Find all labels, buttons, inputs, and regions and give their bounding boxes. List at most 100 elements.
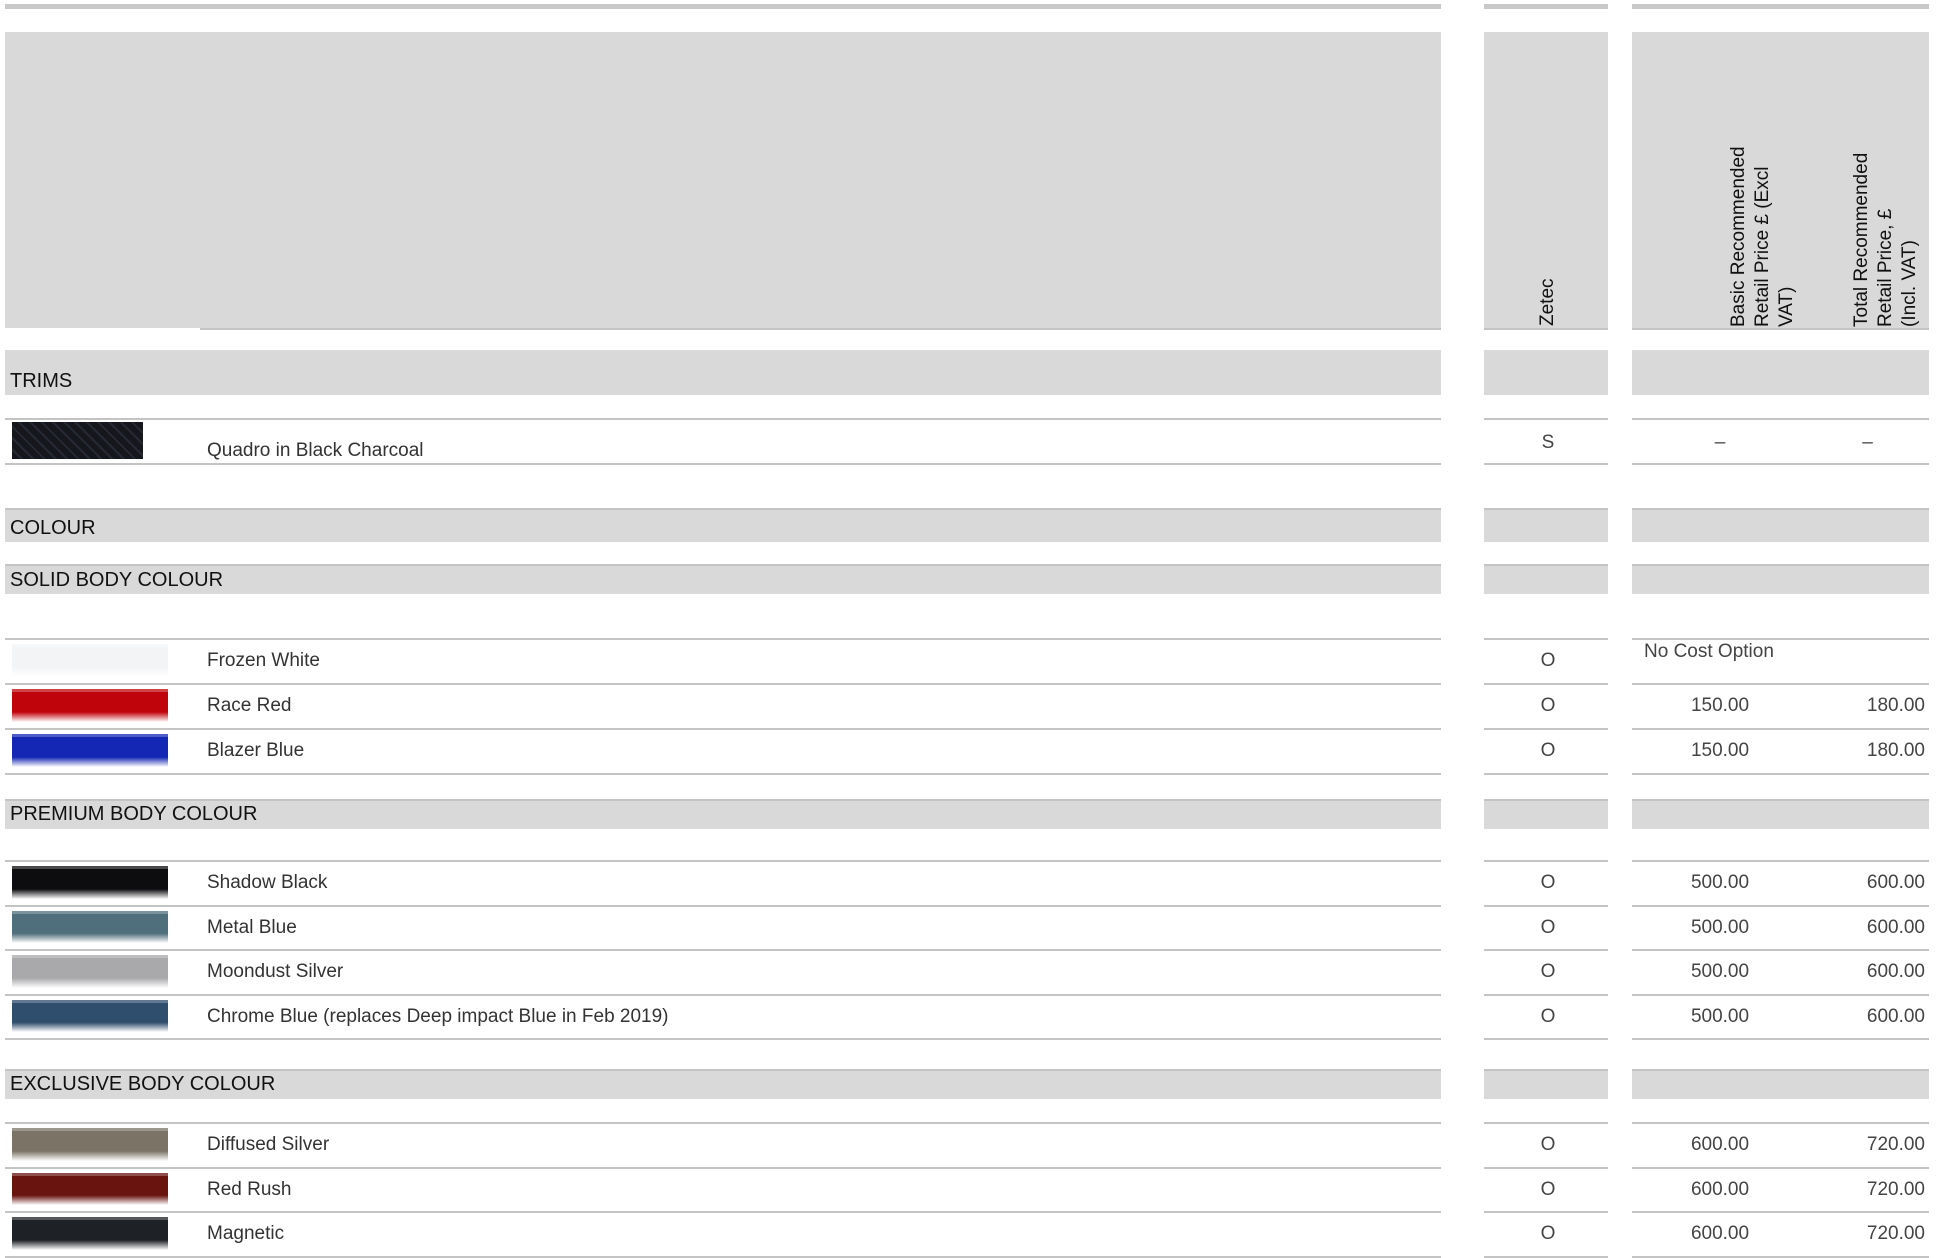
premium-total: 600.00 xyxy=(1866,916,1925,938)
exclusive-total: 720.00 xyxy=(1866,1178,1925,1200)
premium-rule-0 xyxy=(5,993,1441,996)
premium-label: Chrome Blue (replaces Deep impact Blue i… xyxy=(207,1005,669,1027)
premium-rule-0 xyxy=(5,1038,1441,1040)
premium-total: 600.00 xyxy=(1866,1005,1925,1027)
premium-rule-1 xyxy=(1484,949,1608,951)
exclusive-rule-top-0 xyxy=(5,1122,1441,1124)
exclusive-rule-0 xyxy=(5,1255,1441,1258)
header-underline-price xyxy=(1632,328,1929,330)
premium-rule-0 xyxy=(5,949,1441,951)
section-title-colour: COLOUR xyxy=(10,517,96,539)
trims-bottom-rule-z xyxy=(1484,463,1608,465)
section-band-trims-price xyxy=(1632,350,1929,395)
section-title-trims: TRIMS xyxy=(10,370,73,392)
premium-zetec: O xyxy=(1540,916,1556,938)
solid-rule-1 xyxy=(1484,728,1608,730)
top-rule-zetec xyxy=(1484,4,1608,9)
solid-label: Blazer Blue xyxy=(207,740,305,761)
exclusive-label: Diffused Silver xyxy=(207,1134,330,1155)
section-band-premium-z xyxy=(1484,799,1608,829)
exclusive-zetec: O xyxy=(1540,1134,1556,1155)
trims-top-rule-z xyxy=(1484,418,1608,420)
exclusive-basic: 600.00 xyxy=(1690,1223,1750,1244)
section-band-trims-zetec xyxy=(1484,350,1608,395)
exclusive-total: 720.00 xyxy=(1866,1223,1925,1244)
premium-swatch xyxy=(12,910,168,943)
exclusive-basic: 600.00 xyxy=(1690,1178,1750,1200)
premium-swatch xyxy=(12,866,168,899)
premium-basic: 500.00 xyxy=(1690,961,1750,982)
solid-rule-top-0 xyxy=(5,638,1441,640)
header-block-main xyxy=(5,32,1441,328)
exclusive-swatch xyxy=(12,1217,168,1250)
section-band-colour-z xyxy=(1484,508,1608,542)
exclusive-rule-0 xyxy=(5,1166,1441,1169)
solid-label: Race Red xyxy=(207,695,292,716)
trim-total: – xyxy=(1862,432,1873,453)
top-rule-price xyxy=(1632,4,1929,9)
premium-rule-top-1 xyxy=(1484,860,1608,862)
exclusive-rule-1 xyxy=(1484,1166,1608,1169)
exclusive-rule-0 xyxy=(5,1211,1441,1213)
exclusive-zetec: O xyxy=(1540,1178,1556,1200)
solid-rule-top-1 xyxy=(1484,638,1608,640)
column-header-total-price: Total Recommended Retail Price, £ (Incl.… xyxy=(1850,153,1922,327)
solid-basic: 150.00 xyxy=(1690,740,1750,761)
exclusive-basic: 600.00 xyxy=(1690,1134,1750,1155)
section-band-colour-p xyxy=(1632,508,1929,542)
trim-swatch xyxy=(12,422,143,459)
premium-rule-top-2 xyxy=(1632,860,1929,862)
solid-rule-2 xyxy=(1632,773,1929,775)
premium-swatch xyxy=(12,955,168,988)
solid-total: 180.00 xyxy=(1866,740,1925,761)
premium-rule-2 xyxy=(1632,904,1929,907)
header-underline-main xyxy=(200,328,1441,330)
exclusive-rule-top-2 xyxy=(1632,1122,1929,1124)
premium-rule-1 xyxy=(1484,993,1608,996)
exclusive-rule-2 xyxy=(1632,1211,1929,1213)
section-band-colour xyxy=(5,508,1441,542)
trims-bottom-rule-p xyxy=(1632,463,1929,465)
column-header-zetec: Zetec xyxy=(1537,278,1558,326)
section-band-solid-z xyxy=(1484,564,1608,594)
premium-rule-2 xyxy=(1632,1038,1929,1040)
solid-swatch xyxy=(12,734,168,767)
column-header-basic-price: Basic Recommended Retail Price £ (Excl V… xyxy=(1727,146,1799,327)
exclusive-swatch xyxy=(12,1128,168,1161)
section-title-solid: SOLID BODY COLOUR xyxy=(10,569,224,591)
trims-bottom-rule xyxy=(5,463,1441,465)
solid-note: No Cost Option xyxy=(1644,641,1774,662)
solid-swatch xyxy=(12,689,168,722)
premium-rule-1 xyxy=(1484,904,1608,907)
solid-rule-2 xyxy=(1632,728,1929,730)
exclusive-label: Magnetic xyxy=(207,1223,285,1244)
exclusive-rule-2 xyxy=(1632,1255,1929,1258)
exclusive-zetec: O xyxy=(1540,1223,1556,1244)
section-band-exclusive-z xyxy=(1484,1069,1608,1099)
premium-basic: 500.00 xyxy=(1690,916,1750,938)
trim-label: Quadro in Black Charcoal xyxy=(207,440,424,461)
premium-zetec: O xyxy=(1540,1005,1556,1027)
solid-basic: 150.00 xyxy=(1690,695,1750,716)
premium-zetec: O xyxy=(1540,961,1556,982)
basic-price-line-3: VAT) xyxy=(1776,286,1797,327)
solid-rule-1 xyxy=(1484,773,1608,775)
trim-zetec: S xyxy=(1541,432,1555,453)
premium-total: 600.00 xyxy=(1866,961,1925,982)
premium-rule-2 xyxy=(1632,949,1929,951)
section-band-exclusive-p xyxy=(1632,1069,1929,1099)
solid-swatch xyxy=(12,644,168,677)
section-title-exclusive: EXCLUSIVE BODY COLOUR xyxy=(10,1073,276,1095)
trims-top-rule xyxy=(5,418,1441,420)
solid-zetec: O xyxy=(1540,740,1556,761)
premium-rule-2 xyxy=(1632,993,1929,996)
solid-total: 180.00 xyxy=(1866,695,1925,716)
section-band-premium-p xyxy=(1632,799,1929,829)
exclusive-rule-1 xyxy=(1484,1211,1608,1213)
total-price-line-3: (Incl. VAT) xyxy=(1899,240,1920,327)
solid-rule-0 xyxy=(5,683,1441,685)
solid-rule-2 xyxy=(1632,683,1929,685)
premium-label: Metal Blue xyxy=(207,916,297,938)
exclusive-label: Red Rush xyxy=(207,1178,292,1200)
premium-label: Shadow Black xyxy=(207,872,328,893)
